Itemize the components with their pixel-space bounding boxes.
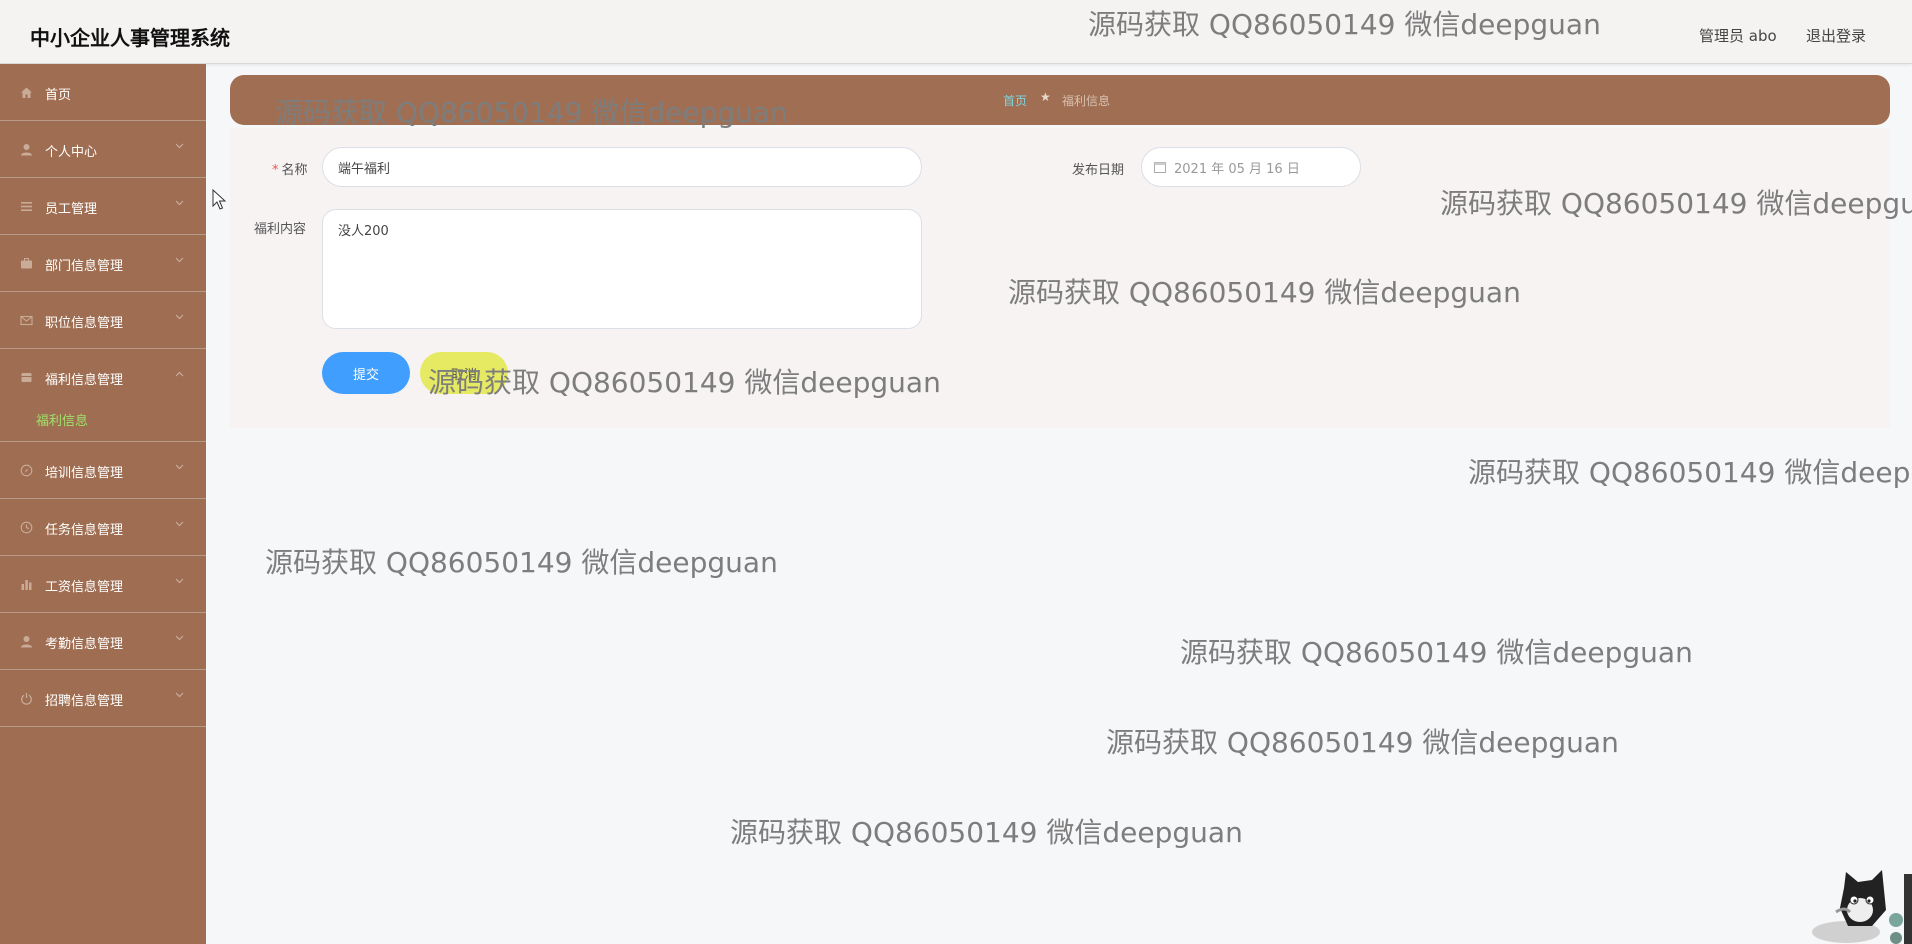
sidebar-item-label: 培训信息管理 [45, 466, 124, 481]
sidebar-item-label: 职位信息管理 [45, 316, 124, 331]
breadcrumb: 首页 ★ 福利信息 [230, 75, 1890, 125]
compass-icon [20, 464, 33, 477]
current-user-label: 管理员 abo [1699, 27, 1777, 45]
app-title: 中小企业人事管理系统 [30, 26, 230, 50]
chevron-down-icon [174, 312, 184, 322]
sidebar-item-label: 部门信息管理 [45, 259, 124, 274]
name-field-label: * 名称 [272, 163, 308, 178]
sidebar-item-label: 工资信息管理 [45, 580, 124, 595]
watermark-text: 源码获取 QQ86050149 微信deepguan [730, 816, 1243, 849]
calendar-icon [1154, 161, 1166, 173]
sidebar-item-employee-mgmt[interactable]: 员工管理 [0, 178, 206, 235]
sidebar-item-label: 招聘信息管理 [45, 694, 124, 709]
mail-icon [20, 314, 33, 327]
sidebar-item-salary-mgmt[interactable]: 工资信息管理 [0, 556, 206, 613]
chevron-down-icon [174, 519, 184, 529]
publish-date-picker[interactable]: 2021 年 05 月 16 日 [1141, 147, 1361, 187]
sidebar-item-label: 首页 [45, 88, 72, 103]
breadcrumb-home-link[interactable]: 首页 [1003, 92, 1027, 109]
required-mark: * [272, 163, 279, 178]
briefcase-icon [20, 257, 33, 270]
sidebar-item-label: 考勤信息管理 [45, 637, 124, 652]
sidebar-item-department-mgmt[interactable]: 部门信息管理 [0, 235, 206, 292]
chevron-down-icon [174, 690, 184, 700]
name-input[interactable]: 端午福利 [322, 147, 922, 187]
publish-date-value: 2021 年 05 月 16 日 [1174, 161, 1300, 177]
clock-icon [20, 521, 33, 534]
content-field-label: 福利内容 [254, 222, 307, 237]
cat-mascot-icon [1812, 870, 1912, 944]
watermark-text: 源码获取 QQ86050149 微信deepguan [265, 546, 778, 579]
sidebar-item-task-mgmt[interactable]: 任务信息管理 [0, 499, 206, 556]
sidebar-subitem-label[interactable]: 福利信息 [36, 410, 88, 429]
cancel-button[interactable]: 取消 [420, 352, 508, 394]
watermark-text: 源码获取 QQ86050149 微信deepguan [1180, 636, 1693, 669]
logout-link[interactable]: 退出登录 [1806, 25, 1866, 46]
bar-chart-icon [20, 578, 33, 591]
user-icon [20, 143, 33, 156]
top-header: 中小企业人事管理系统 管理员 abo 退出登录 [0, 0, 1912, 64]
person-icon [20, 635, 33, 648]
power-icon [20, 692, 33, 705]
chevron-down-icon [174, 141, 184, 151]
watermark-text: 源码获取 QQ86050149 微信deepguan [1468, 456, 1912, 489]
sidebar-item-label: 任务信息管理 [45, 523, 124, 538]
mouse-cursor-icon [212, 189, 226, 210]
sidebar-item-label: 员工管理 [45, 202, 98, 217]
chevron-down-icon [174, 198, 184, 208]
sidebar-item-training-mgmt[interactable]: 培训信息管理 [0, 442, 206, 499]
sidebar-item-attendance-mgmt[interactable]: 考勤信息管理 [0, 613, 206, 670]
watermark-text: 源码获取 QQ86050149 微信deepguan [1106, 726, 1619, 759]
chevron-down-icon [174, 255, 184, 265]
content-textarea[interactable]: 没人200 [322, 209, 922, 329]
chevron-down-icon [174, 576, 184, 586]
sidebar-item-position-mgmt[interactable]: 职位信息管理 [0, 292, 206, 349]
chevron-down-icon [174, 633, 184, 643]
sidebar-item-home[interactable]: 首页 [0, 64, 206, 121]
chevron-up-icon [174, 369, 184, 379]
sidebar: 首页 个人中心 员工管理 部门信息管理 职位信息管理 福利信息管理 福利信息 培… [0, 64, 206, 944]
chevron-down-icon [174, 462, 184, 472]
sidebar-subitem-welfare-info[interactable]: 福利信息 [0, 393, 206, 442]
sidebar-item-personal-center[interactable]: 个人中心 [0, 121, 206, 178]
submit-button[interactable]: 提交 [322, 352, 410, 394]
breadcrumb-current: 福利信息 [1062, 94, 1111, 108]
sidebar-item-label: 个人中心 [45, 145, 98, 160]
home-icon [20, 86, 33, 99]
gift-icon [20, 371, 33, 384]
publish-date-label: 发布日期 [1072, 163, 1125, 178]
list-icon [20, 200, 33, 213]
sidebar-item-recruitment-mgmt[interactable]: 招聘信息管理 [0, 670, 206, 727]
breadcrumb-separator-icon: ★ [1040, 90, 1051, 104]
sidebar-item-label: 福利信息管理 [45, 373, 124, 388]
